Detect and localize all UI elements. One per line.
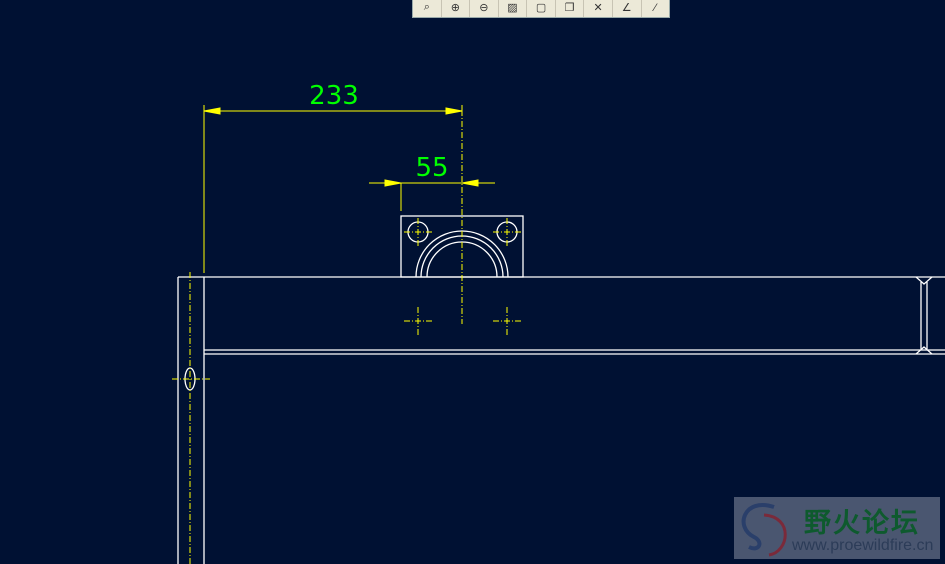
datum-display-button[interactable]: ✕ <box>584 0 613 17</box>
centerlines <box>172 110 521 564</box>
watermark-title: 野火论坛 <box>804 508 920 538</box>
zoom-fit-icon: ⌕ <box>423 1 430 13</box>
view-display-button[interactable]: ▢ <box>527 0 556 17</box>
dimension-text: 233 <box>309 81 359 111</box>
view-toolbar: ⌕ ⊕ ⊖ ▨ ▢ ❐ ✕ ∠ ⁄ <box>412 0 670 18</box>
watermark: 野火论坛 www.proewildfire.cn <box>734 497 940 559</box>
saved-views-icon: ❐ <box>564 2 575 14</box>
saved-views-button[interactable]: ❐ <box>556 0 585 17</box>
point-display-button[interactable]: ⁄ <box>642 0 670 17</box>
watermark-url: www.proewildfire.cn <box>792 537 934 554</box>
view-display-icon: ▢ <box>535 2 547 14</box>
zoom-fit-button[interactable]: ⌕ <box>413 0 442 17</box>
zoom-out-button[interactable]: ⊖ <box>470 0 499 17</box>
zoom-in-icon: ⊕ <box>450 2 460 14</box>
zoom-in-button[interactable]: ⊕ <box>442 0 471 17</box>
repaint-icon: ▨ <box>507 2 518 14</box>
zoom-out-icon: ⊖ <box>479 2 489 14</box>
axis-display-button[interactable]: ∠ <box>613 0 642 17</box>
dimension-text: 55 <box>415 153 448 183</box>
dimension-55[interactable]: 55 <box>369 153 495 211</box>
datum-display-icon: ✕ <box>593 2 603 14</box>
repaint-button[interactable]: ▨ <box>499 0 528 17</box>
drawing-canvas[interactable]: 233 55 <box>0 0 945 564</box>
axis-display-icon: ∠ <box>621 2 632 14</box>
point-display-icon: ⁄ <box>654 1 657 14</box>
